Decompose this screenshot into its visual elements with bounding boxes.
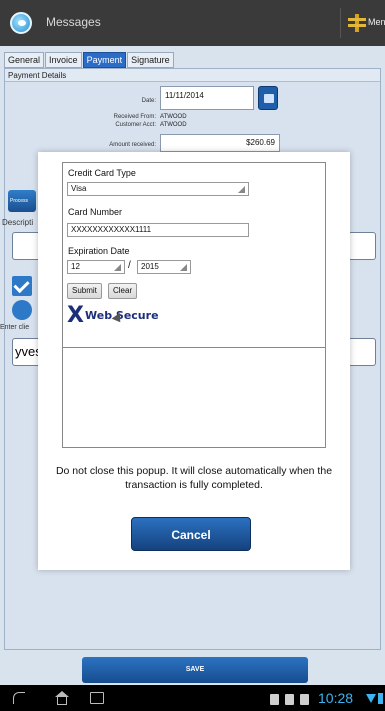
secure-payment-frame: Credit Card Type Visa Card Number XXXXXX… [62,162,326,448]
menu-button-label[interactable]: Menu [368,17,385,27]
card-number-field[interactable]: XXXXXXXXXXXX1111 [67,223,249,237]
exp-year-select[interactable]: 2015 [137,260,191,274]
save-button[interactable]: SAVE [82,657,308,683]
date-label: Date: [141,98,156,104]
action-bar: Messages Menu [0,0,385,46]
card-type-label: Credit Card Type [68,168,136,178]
clock: 10:28 [318,690,354,706]
date-field[interactable]: 11/11/2014 [160,86,254,110]
tab-signature[interactable]: Signature [127,52,174,68]
tab-invoice[interactable]: Invoice [45,52,82,68]
system-nav-bar: 10:28 [0,686,385,711]
exp-month-value: 12 [71,262,80,271]
logo-x-mark: X [67,303,84,328]
image-icon [285,694,294,705]
received-from-value: ATWOOD [160,114,187,120]
popup-notice: Do not close this popup. It will close a… [55,465,333,491]
process-button[interactable]: Process [8,190,36,212]
description-label: Descripti [2,218,34,227]
payment-popup: Credit Card Type Visa Card Number XXXXXX… [38,152,350,570]
received-from-label: Received From: [113,114,156,120]
radio-button-icon[interactable] [12,300,32,320]
tab-bar: General Invoice Payment Signature [4,52,175,68]
gallery-icon [300,694,309,705]
page-title: Messages [46,15,101,29]
divider [340,8,341,38]
document-icon [270,694,279,705]
amount-field[interactable]: $260.69 [160,134,280,152]
wifi-icon [366,694,376,703]
card-number-label: Card Number [68,207,123,217]
submit-button[interactable]: Submit [67,283,102,299]
client-name-field-right[interactable] [348,338,376,366]
divider [63,347,325,348]
web-secure-logo: X Web Secure [67,303,187,328]
clear-button[interactable]: Clear [108,283,138,299]
enter-client-label: Enter clie [0,324,30,331]
tab-general[interactable]: General [4,52,45,68]
description-field-right[interactable] [348,232,376,260]
home-icon[interactable] [55,691,69,705]
customer-acct-label: Customer Acct: [115,122,156,128]
exp-separator: / [128,260,131,271]
signpost-menu-icon[interactable] [348,14,366,32]
calendar-icon[interactable] [258,86,278,110]
panel-header: Payment Details [5,69,380,82]
card-type-select[interactable]: Visa [67,182,249,196]
tab-payment[interactable]: Payment [82,52,127,68]
back-icon[interactable] [13,692,25,704]
battery-icon [378,693,383,704]
checkbox-checked-icon[interactable] [12,276,32,296]
amount-label: Amount received: [109,142,156,148]
recent-apps-icon[interactable] [90,692,104,704]
card-type-value: Visa [71,184,87,193]
exp-month-select[interactable]: 12 [67,260,125,274]
expiration-label: Expiration Date [68,246,130,256]
dropdown-arrow-icon [238,186,245,193]
customer-acct-value: ATWOOD [160,122,187,128]
app-logo-icon[interactable] [10,12,32,34]
cancel-button[interactable]: Cancel [131,517,251,551]
exp-year-value: 2015 [141,262,159,271]
dropdown-arrow-icon [114,264,121,271]
dropdown-arrow-icon [180,264,187,271]
